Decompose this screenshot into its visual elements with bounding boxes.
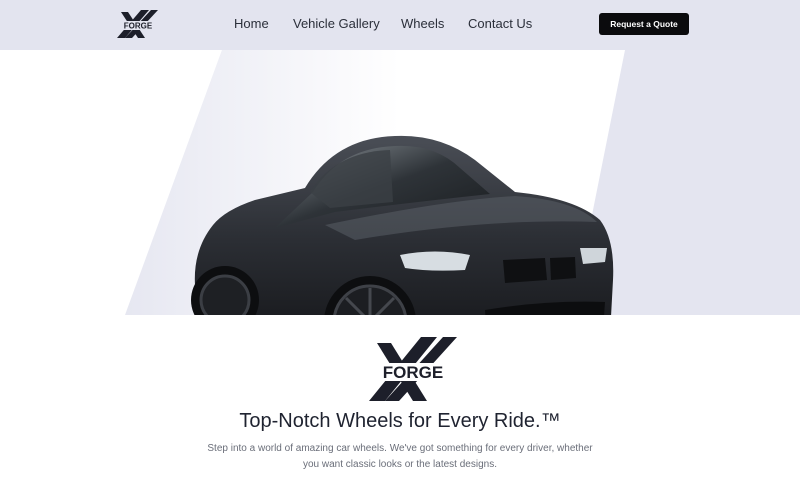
car-image [191, 135, 614, 315]
hero-section [0, 50, 800, 315]
intro-paragraph: Step into a world of amazing car wheels.… [207, 443, 593, 470]
nav-home[interactable]: Home [234, 16, 269, 31]
forge-logo-large: FORGE [365, 333, 461, 403]
logo-text-large: FORGE [383, 363, 443, 382]
site-header: FORGE Home Vehicle Gallery Wheels Contac… [0, 0, 800, 50]
nav-vehicle-gallery[interactable]: Vehicle Gallery [293, 16, 380, 31]
main-headline: Top-Notch Wheels for Every Ride.™ [239, 410, 561, 432]
request-quote-button[interactable]: Request a Quote [599, 13, 689, 35]
nav-contact-us[interactable]: Contact Us [468, 16, 532, 31]
nav-wheels[interactable]: Wheels [401, 16, 444, 31]
